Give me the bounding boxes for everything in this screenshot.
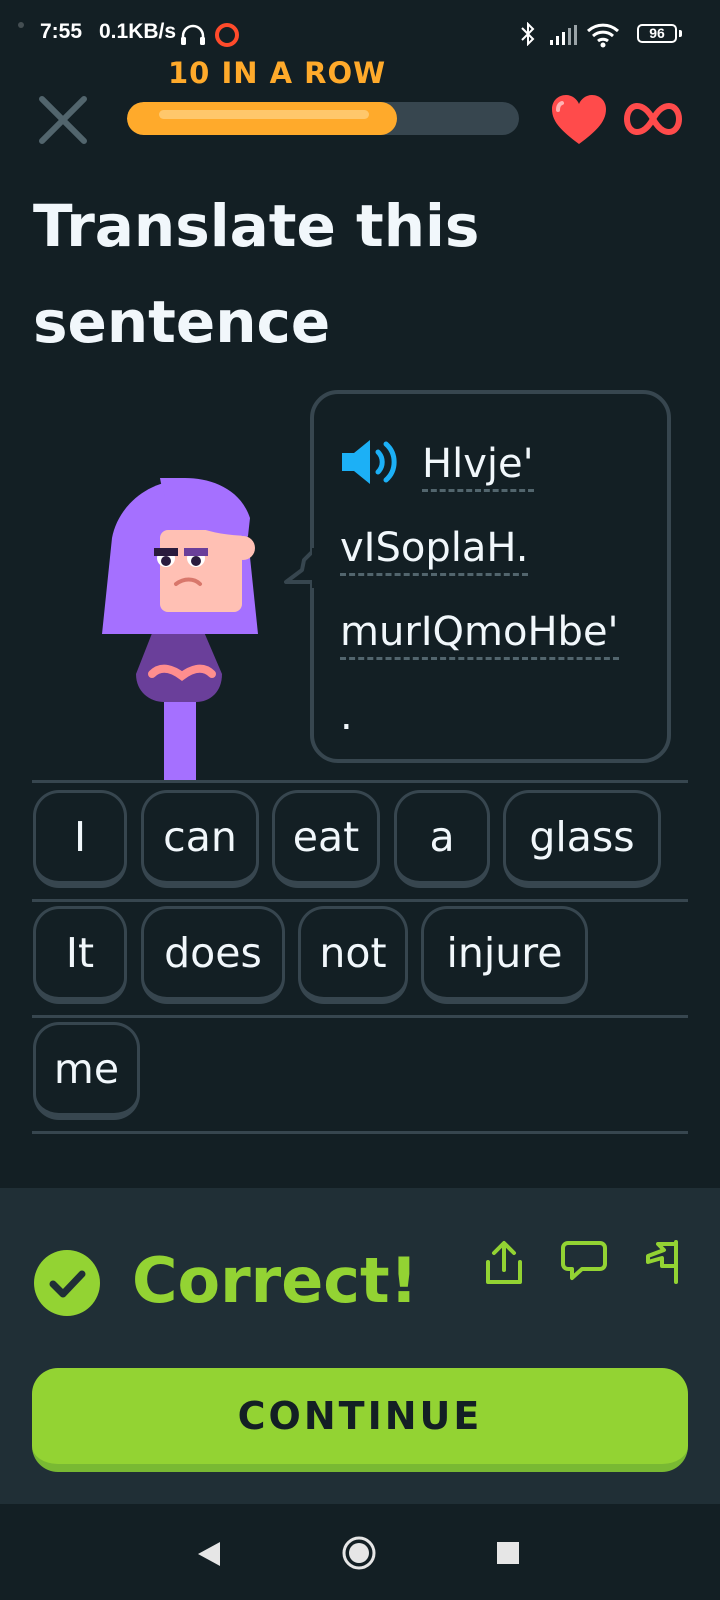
status-bar: 7:55 0.1KB/s 96 <box>0 0 720 62</box>
wifi-icon <box>586 23 620 48</box>
record-icon <box>215 23 239 47</box>
lesson-progress-bar <box>127 102 519 135</box>
speaker-icon[interactable] <box>340 437 406 487</box>
answer-line <box>32 780 688 783</box>
prompt-sentence: Hlvje' vISoplaH. murIQmoHbe' . <box>340 422 660 758</box>
answer-line <box>32 1131 688 1134</box>
bluetooth-icon <box>521 22 535 46</box>
prompt-word[interactable]: vISoplaH. <box>340 525 529 576</box>
progress-shine <box>159 110 369 119</box>
feedback-message: Correct! <box>132 1244 418 1317</box>
word-chip[interactable]: not <box>298 906 408 1004</box>
word-chip[interactable]: me <box>33 1022 140 1120</box>
signal-icon <box>550 25 577 45</box>
headphones-icon <box>181 24 205 45</box>
answer-line <box>32 899 688 902</box>
continue-button[interactable]: CONTINUE <box>32 1368 688 1472</box>
answer-line <box>32 1015 688 1018</box>
battery-icon: 96 <box>637 24 677 43</box>
streak-label: 10 IN A ROW <box>168 56 387 90</box>
word-chip[interactable]: I <box>33 790 127 888</box>
navigation-bar <box>0 1504 720 1600</box>
prompt-punctuation: . <box>340 693 353 739</box>
network-speed: 0.1KB/s <box>99 20 177 43</box>
recents-icon[interactable] <box>496 1541 520 1565</box>
home-icon[interactable] <box>341 1535 377 1571</box>
infinity-icon <box>623 102 683 136</box>
checkmark-glyph <box>49 1270 86 1298</box>
status-time: 7:55 <box>40 20 83 43</box>
prompt-word[interactable]: murIQmoHbe' <box>340 609 619 660</box>
checkmark-icon <box>34 1250 100 1316</box>
word-chip[interactable]: It <box>33 906 127 1004</box>
hearts-count: ∞ <box>623 98 683 140</box>
word-chip[interactable]: a <box>394 790 490 888</box>
back-icon[interactable] <box>196 1540 222 1568</box>
character-illustration <box>102 478 258 783</box>
word-chip[interactable]: glass <box>503 790 661 888</box>
word-chip[interactable]: eat <box>272 790 380 888</box>
word-chip[interactable]: does <box>141 906 285 1004</box>
prompt-word[interactable]: Hlvje' <box>422 441 534 492</box>
close-icon[interactable] <box>36 93 90 147</box>
flag-icon[interactable] <box>644 1238 684 1284</box>
word-chip[interactable]: injure <box>421 906 588 1004</box>
speech-bubble-tail <box>284 548 316 588</box>
status-dot <box>18 22 24 28</box>
battery-tip <box>679 30 682 37</box>
share-icon[interactable] <box>484 1240 524 1286</box>
page-title: Translate this sentence <box>33 192 480 356</box>
word-chip[interactable]: can <box>141 790 259 888</box>
heart-icon[interactable] <box>550 94 608 146</box>
comment-icon[interactable] <box>560 1240 608 1282</box>
